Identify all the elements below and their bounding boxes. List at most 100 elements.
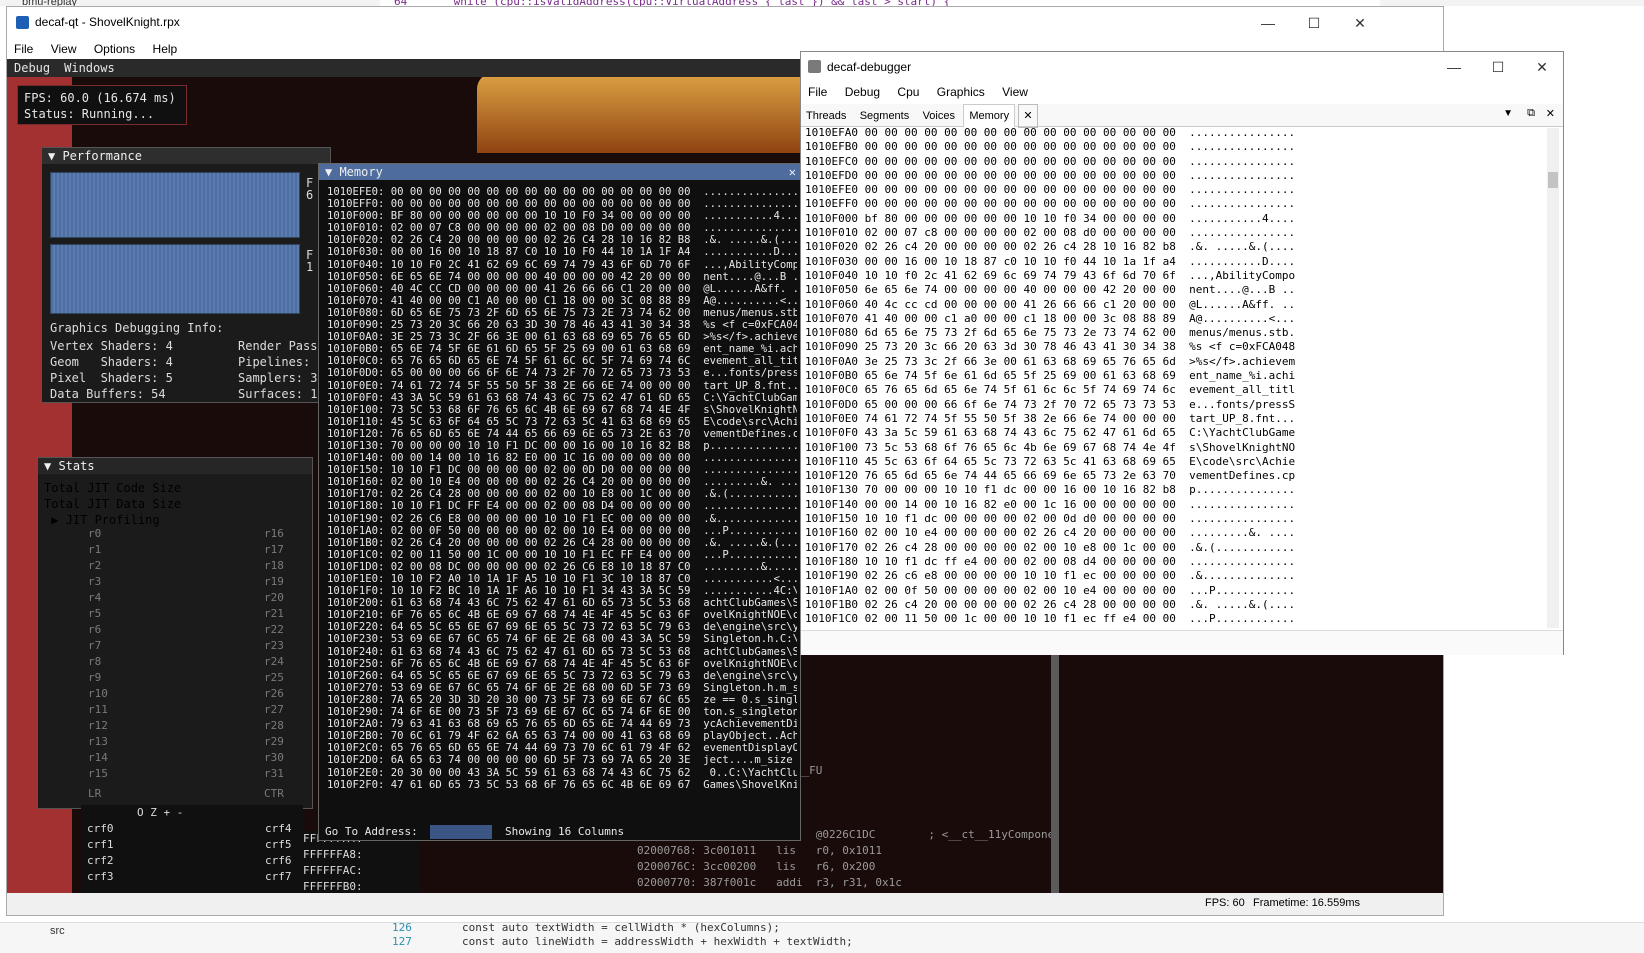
debugger-maximize-button[interactable]: ☐ [1475, 52, 1521, 82]
memory-row[interactable]: 1010F090 25 73 20 3c 66 20 63 3d 30 78 4… [805, 340, 1545, 354]
gpr-register: r6 [88, 623, 102, 636]
memory-row[interactable]: 1010EFC0 00 00 00 00 00 00 00 00 00 00 0… [805, 155, 1545, 169]
memory-row[interactable]: 1010F100 73 5c 53 68 6f 76 65 6c 4b 6e 6… [805, 441, 1545, 455]
memory-row[interactable]: 1010F0F0 43 3a 5c 59 61 63 68 74 43 6c 7… [805, 426, 1545, 440]
dbg-menu-view[interactable]: View [995, 82, 1035, 102]
debugger-window: decaf-debugger — ☐ ✕ File Debug Cpu Grap… [800, 51, 1564, 655]
memory-row: 1010F010: 02 00 07 C8 00 00 00 00 02 00 … [327, 222, 797, 235]
tab-memory[interactable]: Memory [963, 104, 1016, 127]
memory-row[interactable]: 1010F1C0 02 00 11 50 00 1c 00 00 10 10 f… [805, 612, 1545, 626]
imgui-menu-debug[interactable]: Debug [7, 59, 57, 77]
stack-row: FFFFFFA8: [303, 848, 363, 861]
cpu-graph [50, 244, 300, 314]
memory-row[interactable]: 1010F040 10 10 f0 2c 41 62 69 6c 69 74 7… [805, 269, 1545, 283]
memory-row[interactable]: 1010F150 10 10 f1 dc 00 00 00 00 02 00 0… [805, 512, 1545, 526]
memory-row[interactable]: 1010EFA0 00 00 00 00 00 00 00 00 00 00 0… [805, 126, 1545, 140]
close-button[interactable]: ✕ [1337, 7, 1383, 39]
memory-row[interactable]: 1010F0E0 74 61 72 74 5f 55 50 5f 38 2e 6… [805, 412, 1545, 426]
memory-row[interactable]: 1010F060 40 4c cc cd 00 00 00 00 41 26 6… [805, 298, 1545, 312]
cr-field: crf3 [87, 870, 114, 883]
debugger-minimize-button[interactable]: — [1431, 52, 1477, 82]
memory-row: 1010EFE0: 00 00 00 00 00 00 00 00 00 00 … [327, 186, 797, 198]
memory-row[interactable]: 1010F010 02 00 07 c8 00 00 00 00 02 00 0… [805, 226, 1545, 240]
cr-field: crf5 [265, 838, 292, 851]
memory-row[interactable]: 1010F070 41 40 00 00 c1 a0 00 00 c1 18 0… [805, 312, 1545, 326]
minimize-button[interactable]: — [1245, 7, 1291, 39]
memory-row: 1010F270: 53 69 6E 67 6C 65 74 6F 6E 2E … [327, 681, 797, 694]
menu-help[interactable]: Help [146, 39, 185, 59]
app-icon [16, 16, 29, 29]
menu-view[interactable]: View [44, 39, 84, 59]
memory-row[interactable]: 1010EFF0 00 00 00 00 00 00 00 00 00 00 0… [805, 197, 1545, 211]
memory-row[interactable]: 1010F0D0 65 00 00 00 66 6f 6e 74 73 2f 7… [805, 398, 1545, 412]
stat-data-buffers: Data Buffers: 54 [50, 387, 166, 401]
memory-row: 1010F160: 02 00 10 E4 00 00 00 00 02 26 … [327, 476, 797, 489]
debugger-title-bar: decaf-debugger — ☐ ✕ [801, 52, 1563, 82]
gpr-register: r8 [88, 655, 102, 668]
dbg-menu-graphics[interactable]: Graphics [930, 82, 992, 102]
memory-title: Memory [339, 165, 383, 179]
memory-row[interactable]: 1010F0A0 3e 25 73 3c 2f 66 3e 00 61 63 6… [805, 355, 1545, 369]
debugger-vertical-scrollbar[interactable] [1547, 128, 1559, 628]
float-icon[interactable]: ⧉ [1527, 107, 1535, 120]
memory-row[interactable]: 1010F190 02 26 c6 e8 00 00 00 00 10 10 f… [805, 569, 1545, 583]
ide-tree-src[interactable]: src [50, 925, 65, 937]
memory-row: 1010F0F0: 43 3A 5C 59 61 63 68 74 43 6C … [327, 391, 797, 404]
dbg-menu-cpu[interactable]: Cpu [890, 82, 926, 102]
maximize-button[interactable]: ☐ [1291, 7, 1337, 39]
debugger-bottom-area [801, 630, 1563, 655]
tab-threads[interactable]: Threads [801, 105, 851, 127]
dock-close-icon[interactable]: ✕ [1546, 107, 1555, 120]
memory-row[interactable]: 1010EFD0 00 00 00 00 00 00 00 00 00 00 0… [805, 169, 1545, 183]
memory-row[interactable]: 1010F120 76 65 6d 65 6e 74 44 65 66 69 6… [805, 469, 1545, 483]
goto-address-input[interactable] [430, 825, 493, 839]
memory-row[interactable]: 1010F030 00 00 16 00 10 18 87 c0 10 10 f… [805, 255, 1545, 269]
debugger-scroll-thumb[interactable] [1548, 172, 1558, 188]
memory-row[interactable]: 1010F080 6d 65 6e 75 73 2f 6d 65 6e 75 7… [805, 326, 1545, 340]
tab-list-icon[interactable]: ▼ [1503, 108, 1513, 119]
memory-row[interactable]: 1010EFE0 00 00 00 00 00 00 00 00 00 00 0… [805, 183, 1545, 197]
memory-row[interactable]: 1010F170 02 26 c4 28 00 00 00 00 02 00 1… [805, 541, 1545, 555]
memory-close-icon[interactable]: ✕ [789, 164, 796, 180]
tab-close-icon[interactable]: ✕ [1018, 104, 1038, 128]
gpr-register: r21 [264, 607, 284, 620]
memory-row[interactable]: 1010EFB0 00 00 00 00 00 00 00 00 00 00 0… [805, 140, 1545, 154]
memory-title-bar[interactable]: ▼ Memory ✕ [319, 164, 800, 180]
memory-row[interactable]: 1010F1B0 02 26 c4 20 00 00 00 00 02 26 c… [805, 598, 1545, 612]
memory-row[interactable]: 1010F140 00 00 14 00 10 16 82 e0 00 1c 1… [805, 498, 1545, 512]
graph-label: 6 [306, 188, 314, 202]
gpr-right-column: r16 r17 r18 r19 r20 r21 r22 r23 r24 r25 r26 r27 r28 r… [264, 526, 284, 782]
dbg-menu-debug[interactable]: Debug [838, 82, 887, 102]
memory-row: 1010F100: 73 5C 53 68 6F 76 65 6C 4B 6E … [327, 403, 797, 416]
jit-profiling-node[interactable]: ▶ JIT Profiling [44, 512, 181, 528]
disassembly-scrollbar[interactable] [1051, 651, 1059, 893]
debugger-hex-view[interactable]: 1010EFA0 00 00 00 00 00 00 00 00 00 00 0… [805, 126, 1545, 626]
stats-title-bar[interactable]: ▼ Stats [38, 458, 312, 474]
memory-row[interactable]: 1010F000 bf 80 00 00 00 00 00 00 10 10 f… [805, 212, 1545, 226]
imgui-menu-windows[interactable]: Windows [57, 59, 122, 77]
debugger-close-button[interactable]: ✕ [1519, 52, 1565, 82]
menu-file[interactable]: File [7, 39, 40, 59]
memory-row: 1010F180: 10 10 F1 DC FF E4 00 00 02 00 … [327, 500, 797, 513]
memory-hex-rows[interactable]: 1010EFE0: 00 00 00 00 00 00 00 00 00 00 … [327, 186, 797, 806]
memory-row[interactable]: 1010F0C0 65 76 65 6d 65 6e 74 5f 61 6c 6… [805, 383, 1545, 397]
memory-row[interactable]: 1010F050 6e 65 6e 74 00 00 00 00 40 00 0… [805, 283, 1545, 297]
menu-options[interactable]: Options [87, 39, 142, 59]
memory-row[interactable]: 1010F130 70 00 00 00 10 10 f1 dc 00 00 1… [805, 483, 1545, 497]
memory-row[interactable]: 1010F1A0 02 00 0f 50 00 00 00 00 02 00 1… [805, 584, 1545, 598]
gpr-register: r25 [264, 671, 284, 684]
tab-segments[interactable]: Segments [855, 105, 915, 127]
memory-row: 1010F070: 41 40 00 00 C1 A0 00 00 C1 18 … [327, 294, 797, 307]
memory-row[interactable]: 1010F110 45 5c 63 6f 64 65 5c 73 72 63 5… [805, 455, 1545, 469]
memory-row: 1010F000: BF 80 00 00 00 00 00 00 10 10 … [327, 210, 797, 223]
dbg-menu-file[interactable]: File [801, 82, 834, 102]
tab-voices[interactable]: Voices [918, 105, 960, 127]
gpr-register: r7 [88, 639, 102, 652]
memory-row[interactable]: 1010F180 10 10 f1 dc ff e4 00 00 02 00 0… [805, 555, 1545, 569]
memory-row: 1010F2F0: 47 61 6D 65 73 5C 53 68 6F 76 … [327, 778, 797, 791]
memory-row[interactable]: 1010F0B0 65 6e 74 5f 6e 61 6d 65 5f 25 6… [805, 369, 1545, 383]
performance-title-bar[interactable]: ▼ Performance [42, 148, 330, 164]
memory-row: 1010F020: 02 26 C4 20 00 00 00 00 02 26 … [327, 234, 797, 247]
memory-row[interactable]: 1010F020 02 26 c4 20 00 00 00 00 02 26 c… [805, 240, 1545, 254]
memory-row[interactable]: 1010F160 02 00 10 e4 00 00 00 00 02 26 c… [805, 526, 1545, 540]
